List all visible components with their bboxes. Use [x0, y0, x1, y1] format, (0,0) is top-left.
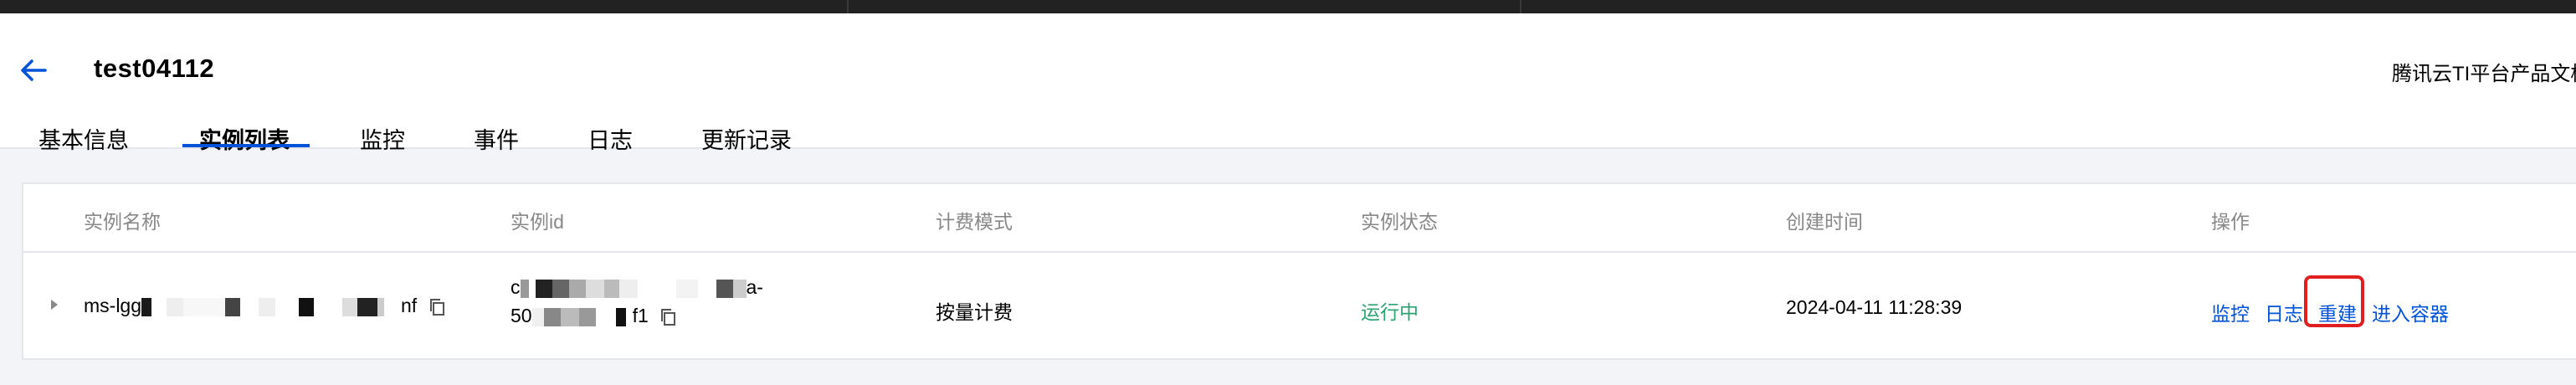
top-navigation-bar — [0, 0, 2576, 13]
created-time-cell: 2024-04-11 11:28:39 — [1786, 296, 1963, 318]
instance-name-suffix: nf — [401, 295, 418, 316]
tab-instance-list[interactable]: 实例列表 — [199, 122, 290, 155]
masked-text — [520, 279, 747, 298]
detail-tabs: 基本信息 实例列表 监控 事件 日志 更新记录 — [0, 107, 2576, 153]
topbar-divider — [847, 0, 849, 13]
column-header-instance-name: 实例名称 — [84, 211, 161, 233]
masked-text — [141, 297, 402, 316]
instance-id-line-2: 50 f1 — [511, 301, 763, 330]
instance-name-cell: ms-lgg nf — [84, 295, 446, 317]
log-action-link[interactable]: 日志 — [2265, 298, 2303, 326]
caret-right-icon[interactable] — [49, 298, 60, 311]
copy-icon[interactable] — [428, 297, 446, 317]
instance-table: 实例名称 实例id 计费模式 实例状态 创建时间 操作 ms-lgg nf c a-… — [22, 182, 2576, 360]
instance-id-suffix: f1 — [632, 305, 649, 326]
masked-text — [531, 307, 633, 326]
tab-events[interactable]: 事件 — [474, 122, 519, 155]
product-docs-link[interactable]: 腾讯云TI平台产品文档 — [2392, 57, 2576, 86]
instance-id-prefix: c — [511, 276, 521, 298]
arrow-left-icon[interactable] — [17, 55, 50, 85]
table-header: 实例名称 实例id 计费模式 实例状态 创建时间 操作 — [23, 184, 2576, 253]
active-tab-indicator — [182, 144, 310, 147]
page-header: test04112 腾讯云TI平台产品文档 基本信息 实例列表 监控 事件 日志… — [0, 13, 2576, 153]
status-badge: 运行中 — [1361, 301, 1419, 323]
rebuild-highlight-box — [2304, 275, 2364, 327]
column-header-created-time: 创建时间 — [1786, 211, 1863, 233]
tab-update-records[interactable]: 更新记录 — [701, 122, 792, 155]
instance-id-line-1: c a- — [511, 273, 763, 301]
copy-icon[interactable] — [659, 307, 677, 327]
instance-id-prefix: 50 — [511, 305, 532, 326]
instance-name-prefix: ms-lgg — [84, 295, 142, 316]
column-header-instance-id: 实例id — [511, 211, 564, 233]
tab-logs[interactable]: 日志 — [588, 122, 633, 155]
billing-mode-cell: 按量计费 — [936, 301, 1013, 323]
tab-monitor[interactable]: 监控 — [360, 122, 405, 155]
instance-id-cell: c a- 50 f1 — [511, 273, 763, 330]
monitor-action-link[interactable]: 监控 — [2211, 298, 2250, 326]
column-header-billing-mode: 计费模式 — [936, 211, 1013, 233]
instance-id-suffix: a- — [746, 276, 763, 298]
column-header-actions: 操作 — [2211, 211, 2250, 233]
enter-container-action-link[interactable]: 进入容器 — [2372, 298, 2449, 326]
table-row: ms-lgg nf c a- 50 f1 按量计费 运行中 2024-04-11 11… — [23, 253, 2576, 360]
topbar-divider — [1520, 0, 1521, 13]
page-title: test04112 — [94, 54, 215, 83]
tab-basic-info[interactable]: 基本信息 — [38, 122, 129, 155]
column-header-instance-status: 实例状态 — [1361, 211, 1438, 233]
